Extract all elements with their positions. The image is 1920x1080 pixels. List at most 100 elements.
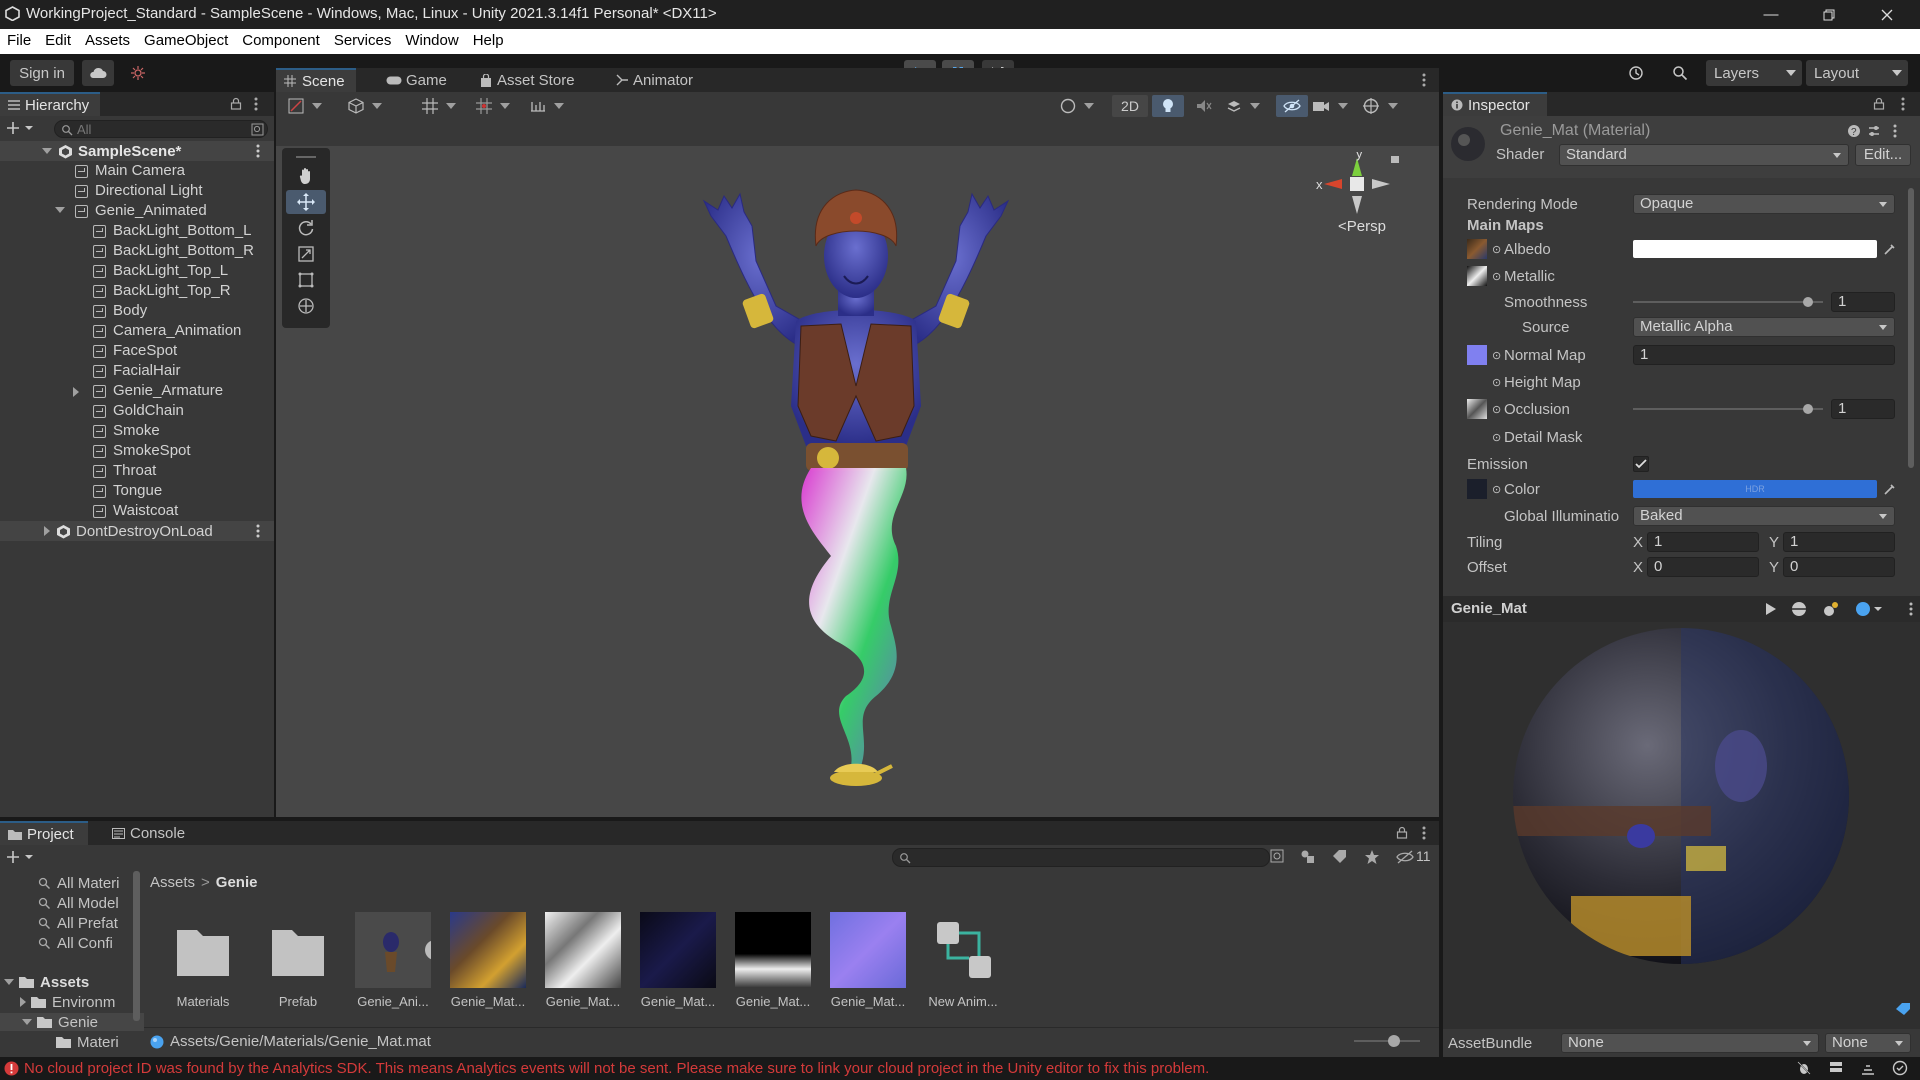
view-options-dropdown[interactable] xyxy=(348,96,396,116)
favorite-search-item[interactable]: All Prefat xyxy=(38,914,134,932)
snap-increment-dropdown[interactable] xyxy=(476,96,526,116)
favorite-search-item[interactable]: All Model xyxy=(38,894,134,912)
albedo-color-field[interactable] xyxy=(1633,240,1877,258)
layout-dropdown[interactable]: Layout xyxy=(1806,60,1908,86)
audio-toggle[interactable] xyxy=(1188,95,1220,117)
kebab-menu-icon[interactable] xyxy=(256,524,260,538)
hand-tool-button[interactable] xyxy=(286,164,326,188)
expand-arrow-icon[interactable] xyxy=(55,207,65,213)
tab-project[interactable]: Project xyxy=(0,821,88,845)
hierarchy-item[interactable]: Body xyxy=(0,301,274,321)
tab-asset-store[interactable]: Asset Store xyxy=(472,68,583,92)
rendering-mode-dropdown[interactable]: Opaque xyxy=(1633,194,1895,214)
restore-button[interactable] xyxy=(1806,0,1852,29)
kebab-menu-icon[interactable] xyxy=(254,97,258,111)
search-button[interactable] xyxy=(1664,60,1696,86)
object-picker-icon[interactable]: ⊙ xyxy=(1492,431,1501,444)
asset-item[interactable]: Prefab xyxy=(258,912,338,1009)
thumbnail-size-knob[interactable] xyxy=(1388,1035,1400,1047)
history-button[interactable] xyxy=(1620,60,1652,86)
transform-tool-button[interactable] xyxy=(286,294,326,318)
occlusion-texture-thumb[interactable] xyxy=(1467,399,1487,419)
object-picker-icon[interactable]: ⊙ xyxy=(1492,270,1501,283)
shader-dropdown[interactable]: Standard xyxy=(1559,144,1849,166)
help-icon[interactable]: ? xyxy=(1847,124,1861,138)
gi-dropdown[interactable]: Baked xyxy=(1633,506,1895,526)
move-tool-button[interactable] xyxy=(286,190,326,214)
assetbundle-dropdown[interactable]: None xyxy=(1561,1033,1819,1053)
material-preview-area[interactable] xyxy=(1443,622,1920,1029)
hierarchy-item[interactable]: Genie_Armature xyxy=(0,381,274,401)
preset-icon[interactable] xyxy=(1867,124,1881,138)
hierarchy-item[interactable]: BackLight_Bottom_L xyxy=(0,221,274,241)
favorite-search-item[interactable]: All Confi xyxy=(38,934,134,952)
hierarchy-item[interactable]: Directional Light xyxy=(0,181,274,201)
expand-arrow-icon[interactable] xyxy=(4,979,14,985)
hierarchy-item[interactable]: BackLight_Top_L xyxy=(0,261,274,281)
rect-tool-button[interactable] xyxy=(286,268,326,292)
emission-color-field[interactable]: HDR xyxy=(1633,480,1877,498)
kebab-menu-icon[interactable] xyxy=(256,144,260,158)
occlusion-slider-knob[interactable] xyxy=(1802,404,1813,414)
expand-arrow-icon[interactable] xyxy=(42,148,52,154)
hidden-packages-icon[interactable] xyxy=(1396,850,1414,864)
expand-arrow-icon[interactable] xyxy=(73,387,79,397)
hierarchy-item[interactable]: FacialHair xyxy=(0,361,274,381)
tab-console[interactable]: Console xyxy=(104,821,193,845)
tab-animator[interactable]: Animator xyxy=(608,68,701,92)
play-icon[interactable] xyxy=(1765,602,1777,616)
gizmo-lock-icon[interactable] xyxy=(1391,156,1399,163)
gizmos-dropdown[interactable] xyxy=(1362,96,1410,116)
object-picker-icon[interactable]: ⊙ xyxy=(1492,376,1501,389)
hierarchy-item[interactable]: BackLight_Bottom_R xyxy=(0,241,274,261)
breadcrumb-assets[interactable]: Assets xyxy=(150,874,195,891)
menu-window[interactable]: Window xyxy=(398,29,465,54)
breadcrumb-genie[interactable]: Genie xyxy=(216,874,258,891)
eyedropper-icon[interactable] xyxy=(1883,482,1897,496)
tree-genie[interactable]: Genie xyxy=(0,1013,144,1031)
shading-mode-dropdown[interactable] xyxy=(1060,96,1108,116)
menu-component[interactable]: Component xyxy=(235,29,327,54)
eyedropper-icon[interactable] xyxy=(1883,242,1897,256)
edit-shader-button[interactable]: Edit... xyxy=(1855,144,1911,166)
asset-item[interactable]: New Anim... xyxy=(923,912,1003,1009)
smoothness-input[interactable]: 1 xyxy=(1831,292,1895,312)
hierarchy-item[interactable]: Genie_Animated xyxy=(0,201,274,221)
preview-shape-icon[interactable] xyxy=(1791,601,1807,617)
object-picker-icon[interactable]: ⊙ xyxy=(1492,483,1501,496)
search-by-type-icon[interactable] xyxy=(1270,849,1286,865)
progress-complete-icon[interactable] xyxy=(1892,1060,1908,1076)
kebab-menu-icon[interactable] xyxy=(1893,124,1897,138)
rotate-tool-button[interactable] xyxy=(286,216,326,240)
asset-item[interactable]: Genie_Mat... xyxy=(638,912,718,1009)
layers-dropdown[interactable]: Layers xyxy=(1706,60,1802,86)
tab-game[interactable]: Game xyxy=(378,68,455,92)
tab-inspector[interactable]: Inspector xyxy=(1443,92,1547,116)
emission-texture-thumb[interactable] xyxy=(1467,479,1487,499)
normal-scale-input[interactable]: 1 xyxy=(1633,345,1895,365)
thumbnail-size-slider[interactable] xyxy=(1354,1035,1420,1047)
hierarchy-search-input[interactable]: All xyxy=(54,120,268,138)
menu-help[interactable]: Help xyxy=(466,29,511,54)
collab-button[interactable] xyxy=(122,60,154,86)
2d-toggle[interactable]: 2D xyxy=(1112,95,1148,117)
preview-sphere-dropdown[interactable] xyxy=(1855,601,1883,617)
ruler-dropdown[interactable] xyxy=(530,96,578,116)
lock-icon[interactable] xyxy=(1873,97,1885,110)
expand-arrow-icon[interactable] xyxy=(22,1019,32,1025)
object-picker-icon[interactable]: ⊙ xyxy=(1492,349,1501,362)
menu-file[interactable]: File xyxy=(0,29,38,54)
hierarchy-item[interactable]: SmokeSpot xyxy=(0,441,274,461)
project-search-input[interactable] xyxy=(892,848,1270,867)
kebab-menu-icon[interactable] xyxy=(1422,73,1426,87)
asset-item[interactable]: Genie_Ani... xyxy=(353,912,433,1009)
tree-scrollbar[interactable] xyxy=(133,871,140,1021)
smoothness-slider[interactable] xyxy=(1633,297,1823,307)
source-dropdown[interactable]: Metallic Alpha xyxy=(1633,317,1895,337)
kebab-menu-icon[interactable] xyxy=(1909,602,1913,616)
tab-hierarchy[interactable]: Hierarchy xyxy=(0,92,100,116)
lock-icon[interactable] xyxy=(1396,826,1408,839)
object-picker-icon[interactable]: ⊙ xyxy=(1492,243,1501,256)
tiling-x-input[interactable]: 1 xyxy=(1647,532,1759,552)
scene-visibility-toggle[interactable] xyxy=(1276,95,1308,117)
